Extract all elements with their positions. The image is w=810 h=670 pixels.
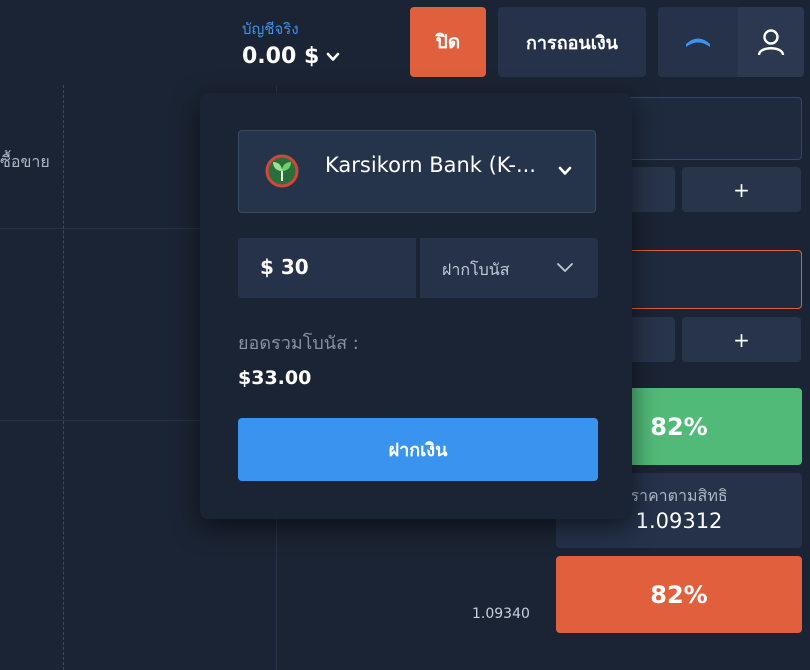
user-icon	[757, 29, 785, 56]
bonus-option-label: ฝากโบนัส	[442, 260, 510, 279]
deposit-amount-value: $ 30	[260, 255, 309, 279]
trade-duration-increase-button[interactable]: +	[682, 317, 801, 362]
bonus-select[interactable]: ฝากโบนัส	[420, 238, 598, 298]
profile-button[interactable]	[738, 7, 804, 77]
collapse-icon	[686, 38, 710, 47]
bank-name: Karsikorn Bank (K-...	[325, 153, 536, 177]
total-bonus-value: $33.00	[238, 367, 312, 389]
close-button[interactable]: ปิด	[410, 7, 486, 77]
collapse-button[interactable]	[658, 7, 738, 77]
total-bonus-label: ยอดรวมโบนัส :	[238, 333, 359, 354]
trade-amount-increase-button[interactable]: +	[682, 167, 801, 212]
kasikorn-logo-icon	[265, 154, 299, 188]
account-type-label[interactable]: บัญชีจริง	[242, 17, 299, 41]
trade-amount-input[interactable]	[620, 97, 802, 160]
bank-select[interactable]: Karsikorn Bank (K-...	[238, 130, 596, 213]
chart-price-tick: 1.09340	[472, 606, 530, 622]
chevron-down-icon	[557, 263, 573, 272]
deposit-button[interactable]: ฝากเงิน	[238, 418, 598, 481]
deposit-amount-input[interactable]: $ 30	[238, 238, 416, 298]
withdraw-button[interactable]: การถอนเงิน	[498, 7, 646, 77]
trade-duration-input[interactable]	[620, 250, 802, 309]
account-balance[interactable]: 0.00 $	[242, 44, 319, 69]
chevron-down-icon[interactable]	[326, 50, 340, 64]
chart-trade-label: ซื้อขาย	[0, 152, 50, 171]
chevron-down-icon	[558, 166, 572, 175]
chart-time-marker	[63, 85, 64, 670]
trade-down-button[interactable]: 82%	[556, 556, 802, 633]
deposit-popup: Karsikorn Bank (K-... $ 30 ฝากโบนัส ยอดร…	[200, 93, 632, 519]
